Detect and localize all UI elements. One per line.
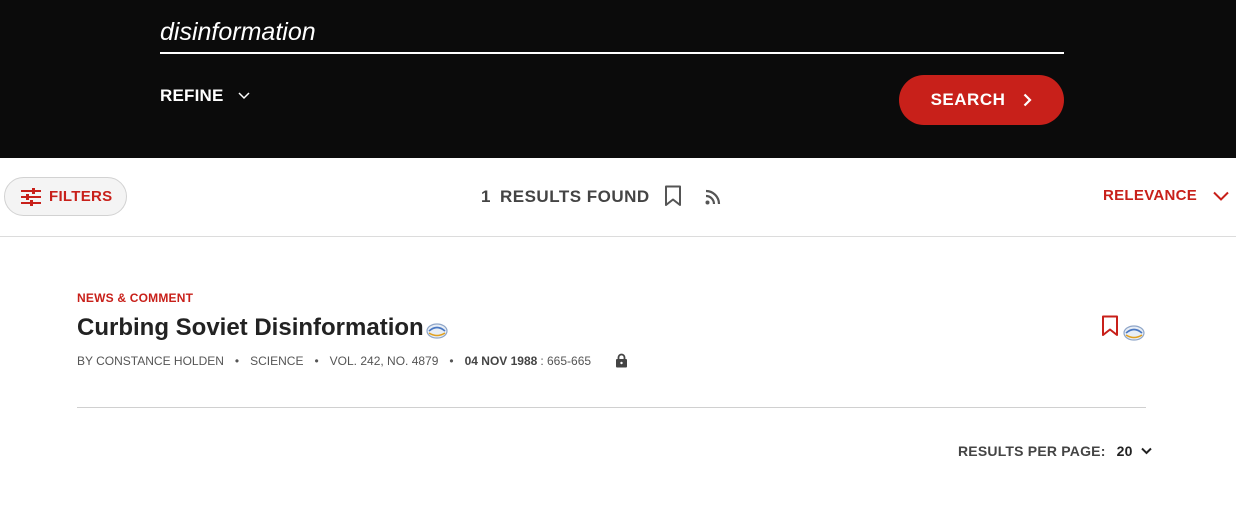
- bookmark-icon[interactable]: [1101, 315, 1119, 337]
- result-volume: VOL. 242, NO. 4879: [329, 353, 439, 368]
- search-header: REFINE SEARCH: [0, 0, 1236, 158]
- results-count: 1: [481, 187, 491, 206]
- refine-label: REFINE: [160, 86, 224, 105]
- result-title: Curbing Soviet Disinformation: [77, 314, 424, 341]
- result-meta: BY CONSTANCE HOLDEN • SCIENCE • VOL. 242…: [77, 353, 628, 368]
- results-per-page[interactable]: RESULTS PER PAGE: 20: [958, 443, 1152, 459]
- results-summary: 1 RESULTS FOUND: [481, 187, 650, 207]
- result-author: BY CONSTANCE HOLDEN: [77, 353, 224, 368]
- search-input[interactable]: [160, 14, 1064, 50]
- result-date: 04 NOV 1988: [464, 353, 538, 368]
- result-journal: SCIENCE: [250, 353, 304, 368]
- sort-label: RELEVANCE: [1103, 187, 1198, 204]
- search-field: [160, 14, 1064, 54]
- result-title-link[interactable]: Curbing Soviet Disinformation: [77, 314, 448, 342]
- results-label: RESULTS FOUND: [499, 187, 650, 206]
- article-type: NEWS & COMMENT: [77, 291, 194, 305]
- chevron-down-icon: [1140, 447, 1152, 455]
- sliders-icon: [21, 187, 41, 206]
- rss-icon[interactable]: [705, 189, 721, 205]
- sort-dropdown[interactable]: RELEVANCE: [1103, 187, 1229, 204]
- chevron-right-icon: [1024, 93, 1032, 107]
- filters-button[interactable]: FILTERS: [4, 177, 127, 216]
- filters-label: FILTERS: [49, 188, 113, 205]
- result-pages: : 665-665: [540, 353, 592, 368]
- refine-toggle[interactable]: REFINE: [160, 86, 250, 106]
- search-button-label: SEARCH: [930, 90, 1006, 109]
- results-toolbar: FILTERS 1 RESULTS FOUND RELEVANCE: [0, 158, 1236, 237]
- altmetric-icon[interactable]: [1123, 324, 1145, 342]
- chevron-down-icon: [1213, 191, 1229, 201]
- lock-icon: [616, 353, 628, 368]
- per-page-value: 20: [1116, 443, 1133, 459]
- result-item: NEWS & COMMENT Curbing Soviet Disinforma…: [77, 290, 1146, 408]
- per-page-label: RESULTS PER PAGE:: [958, 443, 1106, 459]
- chevron-down-icon: [238, 92, 250, 100]
- altmetric-icon[interactable]: [426, 322, 448, 340]
- bookmark-icon[interactable]: [664, 185, 682, 207]
- search-button[interactable]: SEARCH: [899, 75, 1064, 125]
